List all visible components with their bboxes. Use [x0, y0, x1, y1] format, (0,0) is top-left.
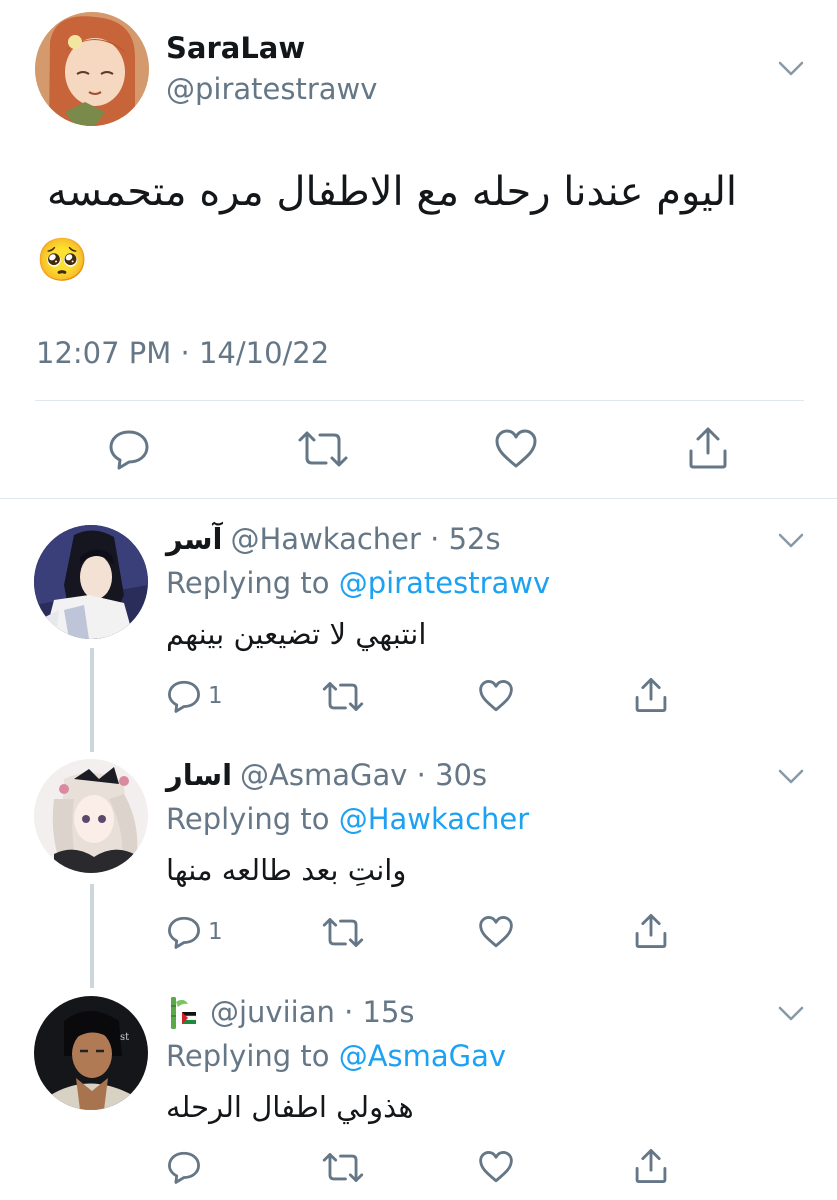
- display-name[interactable]: آسر: [166, 522, 223, 556]
- avatar[interactable]: [35, 12, 149, 126]
- chevron-down-icon[interactable]: [778, 1006, 804, 1022]
- like-icon[interactable]: [478, 679, 514, 713]
- mention-link[interactable]: @AsmaGav: [339, 1039, 506, 1073]
- reply-icon[interactable]: [166, 915, 202, 949]
- bamboo-flag-icon: [171, 997, 197, 1029]
- retweet-icon[interactable]: [321, 917, 365, 948]
- replying-to: Replying to @piratestrawv: [166, 566, 550, 600]
- retweet-icon[interactable]: [321, 681, 365, 712]
- replying-to-prefix: Replying to: [166, 566, 330, 600]
- user-handle[interactable]: @Hawkacher · 52s: [231, 522, 501, 556]
- replying-to: Replying to @Hawkacher: [166, 802, 529, 836]
- divider: [35, 400, 804, 401]
- reply-icon[interactable]: [166, 679, 202, 713]
- chevron-down-icon[interactable]: [778, 533, 804, 549]
- replying-to: Replying to @AsmaGav: [166, 1039, 506, 1073]
- reply-count: 1: [208, 683, 223, 709]
- avatar[interactable]: [34, 525, 148, 639]
- avatar[interactable]: st: [34, 996, 148, 1110]
- user-handle[interactable]: @AsmaGav · 30s: [240, 758, 487, 792]
- tweet-text: اليوم عندنا رحله مع الاطفال مره متحمسه: [37, 162, 737, 222]
- chevron-down-icon[interactable]: [778, 61, 804, 77]
- chevron-down-icon[interactable]: [778, 769, 804, 785]
- thread-line: [90, 884, 94, 988]
- reply-icon[interactable]: [107, 428, 151, 470]
- replying-to-prefix: Replying to: [166, 802, 330, 836]
- share-icon[interactable]: [633, 912, 669, 950]
- avatar[interactable]: [34, 759, 148, 873]
- like-icon[interactable]: [494, 428, 538, 470]
- reply-text: انتبهي لا تضيعين بينهم: [166, 617, 427, 651]
- user-handle[interactable]: @piratestrawv: [166, 72, 377, 106]
- svg-text:st: st: [120, 1032, 129, 1043]
- divider: [0, 498, 837, 499]
- retweet-icon[interactable]: [321, 1152, 365, 1183]
- reply-icon[interactable]: [166, 1150, 202, 1184]
- retweet-icon[interactable]: [296, 430, 350, 468]
- reply-count: 1: [208, 919, 223, 945]
- share-icon[interactable]: [633, 1147, 669, 1185]
- tweet-timestamp[interactable]: 12:07 PM · 14/10/22: [36, 336, 329, 370]
- like-icon[interactable]: [478, 915, 514, 949]
- user-handle[interactable]: @juviian · 15s: [210, 995, 415, 1029]
- share-icon[interactable]: [633, 676, 669, 714]
- replying-to-prefix: Replying to: [166, 1039, 330, 1073]
- reply-text: هذولي اطفال الرحله: [166, 1090, 414, 1124]
- reply-header: اسار @AsmaGav · 30s: [166, 758, 487, 792]
- thread-line: [90, 648, 94, 752]
- pleading-face-emoji: 🥺: [36, 235, 89, 284]
- display-name[interactable]: SaraLaw: [166, 31, 305, 65]
- mention-link[interactable]: @Hawkacher: [339, 802, 529, 836]
- display-name[interactable]: اسار: [166, 758, 232, 792]
- reply-text: وانتِ بعد طالعه منها: [166, 853, 407, 887]
- share-icon[interactable]: [686, 425, 730, 471]
- reply-header: آسر @Hawkacher · 52s: [166, 522, 501, 556]
- like-icon[interactable]: [478, 1150, 514, 1184]
- mention-link[interactable]: @piratestrawv: [339, 566, 550, 600]
- reply-header: @juviian · 15s: [166, 995, 415, 1031]
- tweet-text-line: اليوم عندنا رحله مع الاطفال مره متحمسه: [46, 169, 737, 215]
